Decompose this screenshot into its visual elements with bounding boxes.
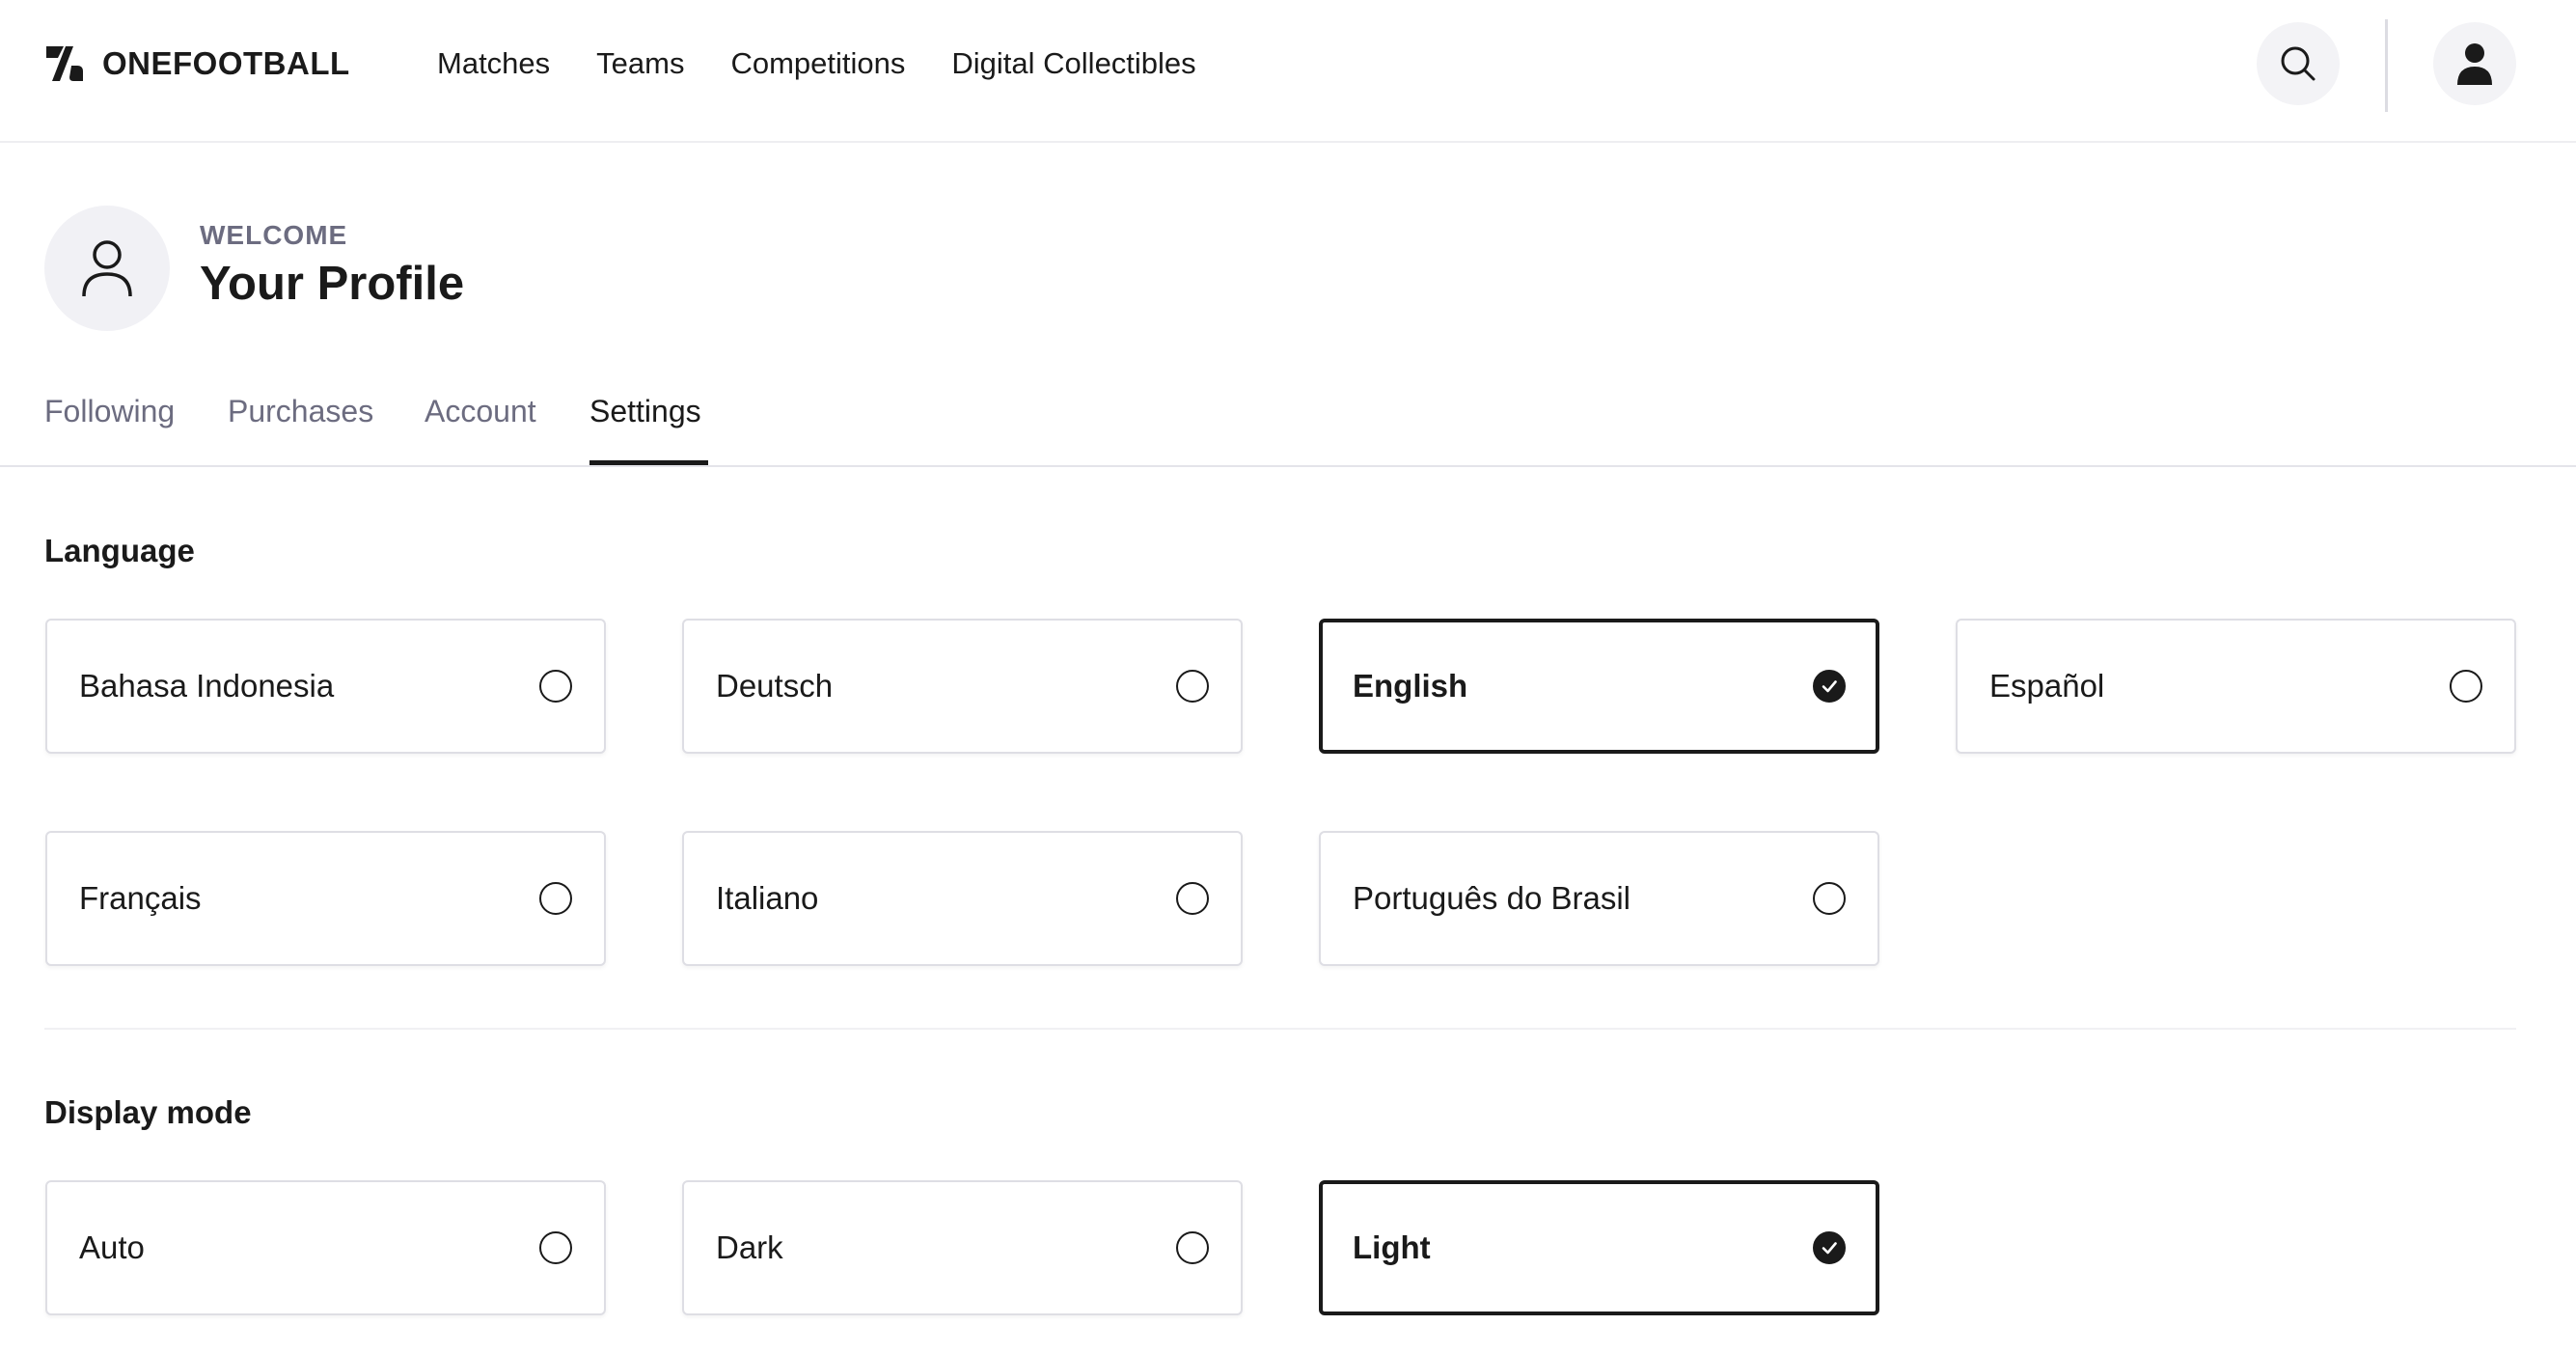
main-nav: Matches Teams Competitions Digital Colle… <box>437 42 1196 85</box>
option-label: Italiano <box>716 880 819 916</box>
radio-unchecked-icon <box>539 1231 572 1264</box>
language-option-deutsch[interactable]: Deutsch <box>682 619 1243 754</box>
user-icon <box>2457 43 2492 85</box>
option-label: Auto <box>79 1229 145 1265</box>
option-label: Deutsch <box>716 668 834 704</box>
language-option-italiano[interactable]: Italiano <box>682 831 1243 966</box>
language-section-title: Language <box>44 533 195 568</box>
header-divider <box>2385 19 2388 112</box>
user-outline-icon <box>82 240 132 297</box>
radio-unchecked-icon <box>539 670 572 703</box>
radio-checked-icon <box>1813 670 1846 703</box>
nav-matches[interactable]: Matches <box>437 46 550 81</box>
section-divider <box>44 1028 2516 1030</box>
language-option-francais[interactable]: Français <box>45 831 606 966</box>
radio-unchecked-icon <box>1176 670 1209 703</box>
display-mode-option-light[interactable]: Light <box>1319 1180 1879 1315</box>
language-option-portugues-do-brasil[interactable]: Português do Brasil <box>1319 831 1879 966</box>
display-mode-section-title: Display mode <box>44 1094 252 1130</box>
option-label: Light <box>1353 1229 1431 1265</box>
search-button[interactable] <box>2257 22 2340 105</box>
profile-avatar <box>44 206 170 331</box>
radio-unchecked-icon <box>1176 1231 1209 1264</box>
radio-unchecked-icon <box>539 882 572 915</box>
welcome-label: WELCOME <box>200 220 348 250</box>
active-tab-indicator <box>589 460 708 465</box>
option-label: Dark <box>716 1229 783 1265</box>
option-label: Bahasa Indonesia <box>79 668 335 704</box>
display-mode-option-dark[interactable]: Dark <box>682 1180 1243 1315</box>
nav-competitions[interactable]: Competitions <box>730 46 905 81</box>
radio-unchecked-icon <box>1176 882 1209 915</box>
radio-unchecked-icon <box>1813 882 1846 915</box>
search-icon <box>2281 46 2316 81</box>
onefootball-logo[interactable]: ONEFOOTBALL <box>44 42 350 85</box>
radio-unchecked-icon <box>2450 670 2482 703</box>
option-label: Français <box>79 880 202 916</box>
nav-digital-collectibles[interactable]: Digital Collectibles <box>951 46 1195 81</box>
onefootball-logo-icon <box>46 46 83 81</box>
nav-teams[interactable]: Teams <box>596 46 684 81</box>
display-mode-option-auto[interactable]: Auto <box>45 1180 606 1315</box>
option-label: Español <box>1989 668 2105 704</box>
tab-account[interactable]: Account <box>425 394 536 429</box>
page-title: Your Profile <box>200 258 465 310</box>
tab-settings[interactable]: Settings <box>589 394 701 429</box>
language-option-english[interactable]: English <box>1319 619 1879 754</box>
account-button[interactable] <box>2433 22 2516 105</box>
language-option-espanol[interactable]: Español <box>1956 619 2516 754</box>
option-label: Português do Brasil <box>1353 880 1631 916</box>
profile-tabs: Following Purchases Account Settings <box>0 386 2576 467</box>
tab-following[interactable]: Following <box>44 394 175 429</box>
option-label: English <box>1353 668 1468 704</box>
radio-checked-icon <box>1813 1231 1846 1264</box>
tab-purchases[interactable]: Purchases <box>228 394 373 429</box>
brand-name: ONEFOOTBALL <box>102 45 350 81</box>
top-header: ONEFOOTBALL Matches Teams Competitions D… <box>0 0 2576 143</box>
language-option-bahasa-indonesia[interactable]: Bahasa Indonesia <box>45 619 606 754</box>
